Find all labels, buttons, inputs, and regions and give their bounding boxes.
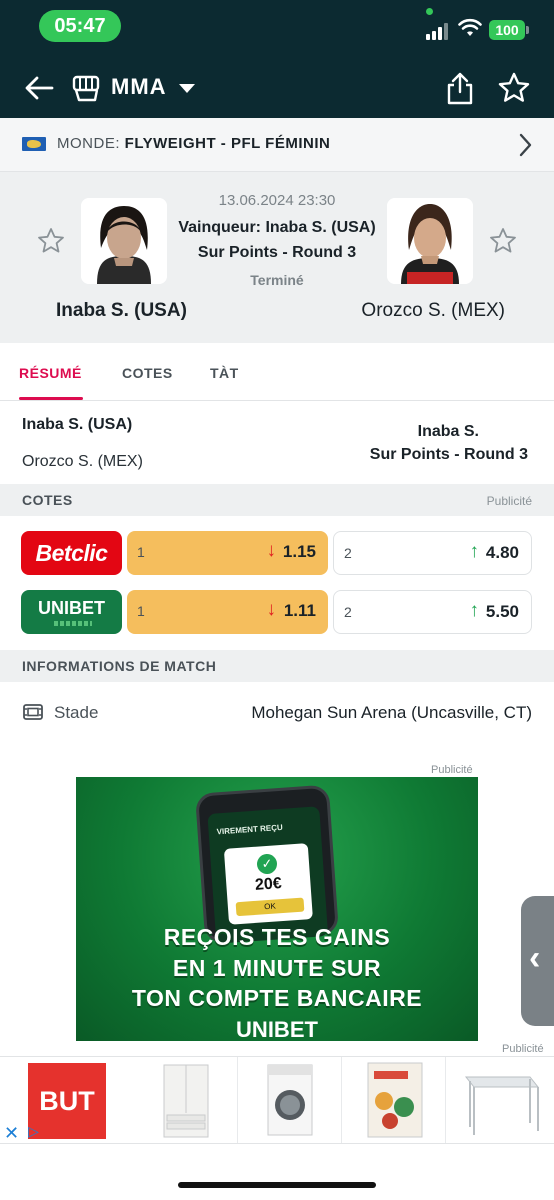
phone-title: VIREMENT REÇU	[216, 822, 284, 837]
product-wardrobe[interactable]	[134, 1057, 238, 1143]
result-summary: Inaba S. (USA) Orozco S. (MEX) Inaba S. …	[0, 401, 554, 484]
sport-selector[interactable]: MMA	[111, 74, 167, 100]
unibet-logo-text: UNIBET	[38, 598, 105, 618]
stadium-row: Stade Mohegan Sun Arena (Uncasville, CT)	[0, 682, 554, 742]
stadium-label: Stade	[54, 703, 99, 722]
chevron-left-icon: ‹	[529, 939, 541, 977]
betclic-logo[interactable]: Betclic	[21, 531, 122, 575]
breadcrumb[interactable]: MONDE: FLYWEIGHT - PFL FÉMININ	[0, 118, 554, 172]
odd-button-2[interactable]: 2 ↑ 5.50	[333, 590, 532, 634]
bottom-ad-banner[interactable]: BUT ✕ ▷	[0, 1056, 554, 1144]
chevron-down-icon[interactable]	[179, 84, 195, 93]
adchoices-icon[interactable]: ▷	[28, 1123, 39, 1140]
product-cookbook[interactable]	[342, 1057, 446, 1143]
tab-tat[interactable]: TÀT	[210, 365, 239, 381]
odd-value: 4.80	[485, 543, 519, 562]
arrow-up-icon: ↑	[469, 541, 480, 562]
tab-active-indicator	[19, 397, 83, 400]
ad-brand: UNIBET	[236, 1017, 318, 1041]
stadium-value: Mohegan Sun Arena (Uncasville, CT)	[251, 703, 532, 722]
stadium-icon	[23, 704, 43, 720]
home-indicator[interactable]	[178, 1182, 376, 1188]
summary-winner: Inaba S. (USA)	[22, 416, 133, 433]
fighter-right-photo[interactable]	[387, 198, 473, 284]
breadcrumb-region: MONDE:	[57, 135, 120, 152]
phone-card: ✓ 20€ OK	[223, 843, 313, 925]
odd-label: 1	[137, 544, 145, 560]
product-washing-machine[interactable]	[238, 1057, 342, 1143]
product-table[interactable]	[446, 1057, 550, 1143]
battery-icon	[526, 26, 529, 34]
odds-section-header: COTES Publicité	[0, 484, 554, 516]
ad-label: Publicité	[431, 764, 473, 776]
match-header: 13.06.2024 23:30 Vainqueur: Inaba S. (US…	[0, 172, 554, 343]
fighter-left-name[interactable]: Inaba S. (USA)	[56, 300, 187, 322]
unibet-logo[interactable]: UNIBET	[21, 590, 122, 634]
arrow-up-icon: ↑	[469, 600, 480, 621]
odd-button-1[interactable]: 1 ↓ 1.11	[127, 590, 328, 634]
star-icon[interactable]	[36, 226, 66, 256]
odd-value: 5.50	[485, 602, 519, 621]
ad-label: Publicité	[486, 494, 532, 508]
side-panel-handle[interactable]: ‹	[521, 896, 554, 1026]
fighter-left-photo[interactable]	[81, 198, 167, 284]
washing-machine-image	[267, 1064, 313, 1136]
section-title: COTES	[22, 492, 73, 508]
odd-label: 1	[137, 603, 145, 619]
status-time: 05:47	[39, 10, 121, 42]
back-arrow-icon[interactable]	[22, 70, 58, 106]
signal-icon	[426, 22, 452, 40]
odds-row: Betclic 1 ↓ 1.15 2 ↑ 4.80	[0, 524, 554, 582]
cookbook-image	[367, 1062, 423, 1138]
ad-slogan-1: REÇOIS TES GAINS	[163, 924, 391, 950]
app-header: 05:47 100 MMA	[0, 0, 554, 118]
table-image	[464, 1076, 540, 1135]
ad-label: Publicité	[502, 1043, 544, 1055]
arrow-down-icon: ↓	[266, 599, 277, 620]
unibet-dots	[54, 621, 92, 626]
star-icon[interactable]	[488, 226, 518, 256]
unibet-ad-banner[interactable]: VIREMENT REÇU ✓ 20€ OK REÇOIS TES GAINS …	[76, 777, 478, 1041]
phone-ok-button: OK	[235, 897, 305, 917]
chevron-right-icon[interactable]	[515, 132, 535, 158]
tab-cotes[interactable]: COTES	[122, 365, 173, 381]
odd-button-1[interactable]: 1 ↓ 1.15	[127, 531, 328, 575]
tab-resume[interactable]: RÉSUMÉ	[19, 365, 82, 381]
share-icon[interactable]	[443, 70, 477, 106]
odd-button-2[interactable]: 2 ↑ 4.80	[333, 531, 532, 575]
section-title: INFORMATIONS DE MATCH	[22, 658, 217, 674]
summary-result-name: Inaba S.	[417, 423, 479, 440]
close-ad-icon[interactable]: ✕	[4, 1123, 19, 1144]
fighter-right-name[interactable]: Orozco S. (MEX)	[361, 300, 505, 322]
arrow-down-icon: ↓	[266, 540, 277, 561]
breadcrumb-competition: FLYWEIGHT - PFL FÉMININ	[124, 135, 331, 152]
breadcrumb-text: MONDE: FLYWEIGHT - PFL FÉMININ	[57, 135, 330, 152]
phone-illustration: VIREMENT REÇU ✓ 20€ OK	[194, 784, 340, 944]
ad-slogan-3: TON COMPTE BANCAIRE	[131, 985, 423, 1011]
odd-label: 2	[344, 604, 352, 620]
match-tabs: RÉSUMÉ COTES TÀT	[0, 343, 554, 401]
check-icon: ✓	[256, 853, 278, 875]
fist-icon	[72, 75, 100, 102]
odd-label: 2	[344, 545, 352, 561]
favorite-star-icon[interactable]	[496, 70, 532, 106]
phone-amount: 20€	[254, 875, 283, 894]
but-logo[interactable]: BUT	[28, 1063, 106, 1139]
summary-result-method: Sur Points - Round 3	[369, 446, 528, 463]
summary-loser: Orozco S. (MEX)	[22, 453, 143, 470]
odds-row: UNIBET 1 ↓ 1.11 2 ↑ 5.50	[0, 583, 554, 641]
camera-indicator	[426, 8, 433, 15]
match-info-header: INFORMATIONS DE MATCH	[0, 650, 554, 682]
odd-value: 1.11	[283, 601, 316, 620]
wifi-icon	[458, 18, 482, 36]
battery-level: 100	[489, 20, 525, 40]
ad-slogan-2: EN 1 MINUTE SUR	[172, 955, 382, 981]
odd-value: 1.15	[282, 542, 316, 561]
wardrobe-image	[163, 1064, 209, 1138]
world-flag-icon	[22, 137, 46, 151]
